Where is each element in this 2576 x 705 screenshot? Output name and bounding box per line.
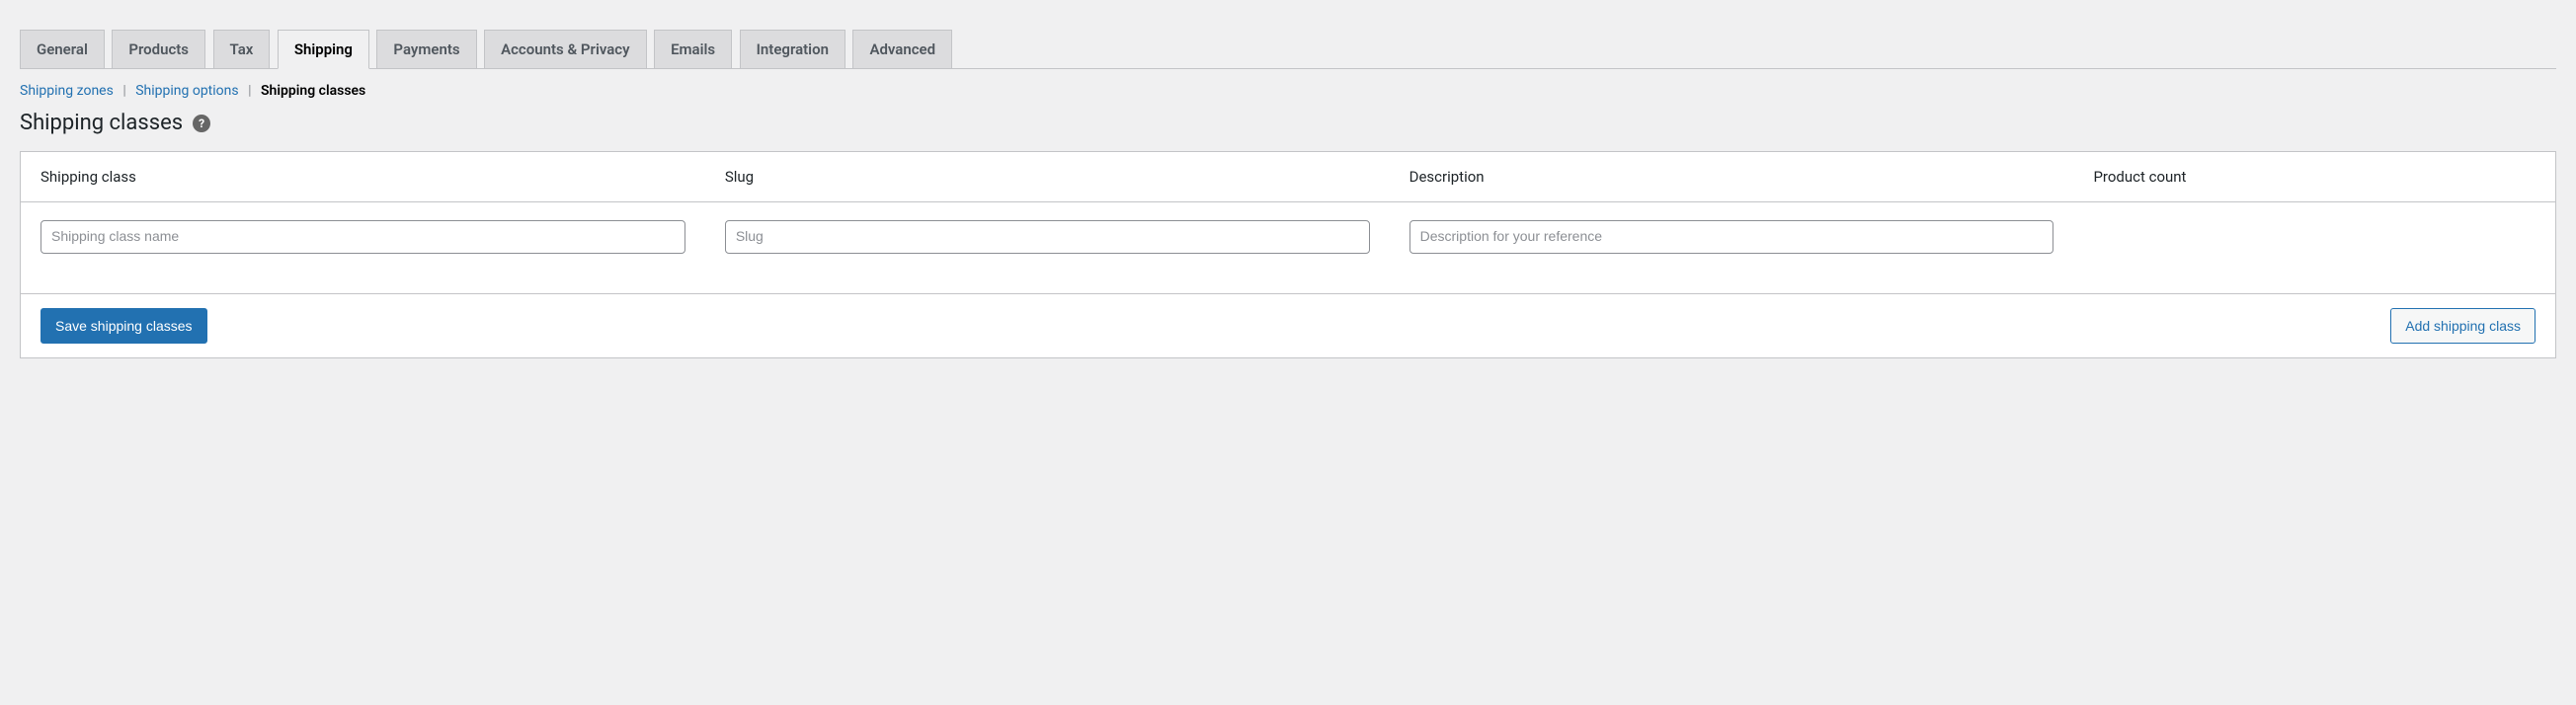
tab-general[interactable]: General bbox=[20, 30, 105, 68]
subnav-shipping-options[interactable]: Shipping options bbox=[135, 83, 238, 99]
table-row bbox=[21, 202, 2555, 294]
shipping-subnav: Shipping zones | Shipping options | Ship… bbox=[20, 83, 2556, 99]
shipping-class-name-input[interactable] bbox=[40, 220, 685, 254]
th-slug: Slug bbox=[705, 152, 1390, 202]
tab-accounts-privacy[interactable]: Accounts & Privacy bbox=[484, 30, 647, 68]
separator: | bbox=[117, 83, 131, 99]
product-count-cell bbox=[2073, 202, 2555, 294]
add-shipping-class-button[interactable]: Add shipping class bbox=[2390, 308, 2536, 344]
tab-tax[interactable]: Tax bbox=[213, 30, 271, 68]
separator: | bbox=[242, 83, 257, 99]
tab-shipping[interactable]: Shipping bbox=[278, 30, 369, 69]
settings-tabs: General Products Tax Shipping Payments A… bbox=[20, 20, 2556, 69]
description-input[interactable] bbox=[1409, 220, 2054, 254]
page-title-text: Shipping classes bbox=[20, 111, 183, 135]
tab-products[interactable]: Products bbox=[112, 30, 205, 68]
subnav-shipping-zones[interactable]: Shipping zones bbox=[20, 83, 114, 99]
tab-integration[interactable]: Integration bbox=[740, 30, 845, 68]
slug-input[interactable] bbox=[725, 220, 1370, 254]
help-tip-icon[interactable]: ? bbox=[193, 115, 210, 132]
shipping-classes-table: Shipping class Slug Description Product … bbox=[20, 151, 2556, 358]
tab-payments[interactable]: Payments bbox=[376, 30, 476, 68]
th-shipping-class: Shipping class bbox=[21, 152, 705, 202]
tab-advanced[interactable]: Advanced bbox=[852, 30, 952, 68]
subnav-shipping-classes: Shipping classes bbox=[261, 83, 365, 99]
page-title: Shipping classes ? bbox=[20, 111, 2556, 135]
tab-emails[interactable]: Emails bbox=[654, 30, 732, 68]
save-shipping-classes-button[interactable]: Save shipping classes bbox=[40, 308, 207, 344]
th-description: Description bbox=[1390, 152, 2074, 202]
th-product-count: Product count bbox=[2073, 152, 2555, 202]
